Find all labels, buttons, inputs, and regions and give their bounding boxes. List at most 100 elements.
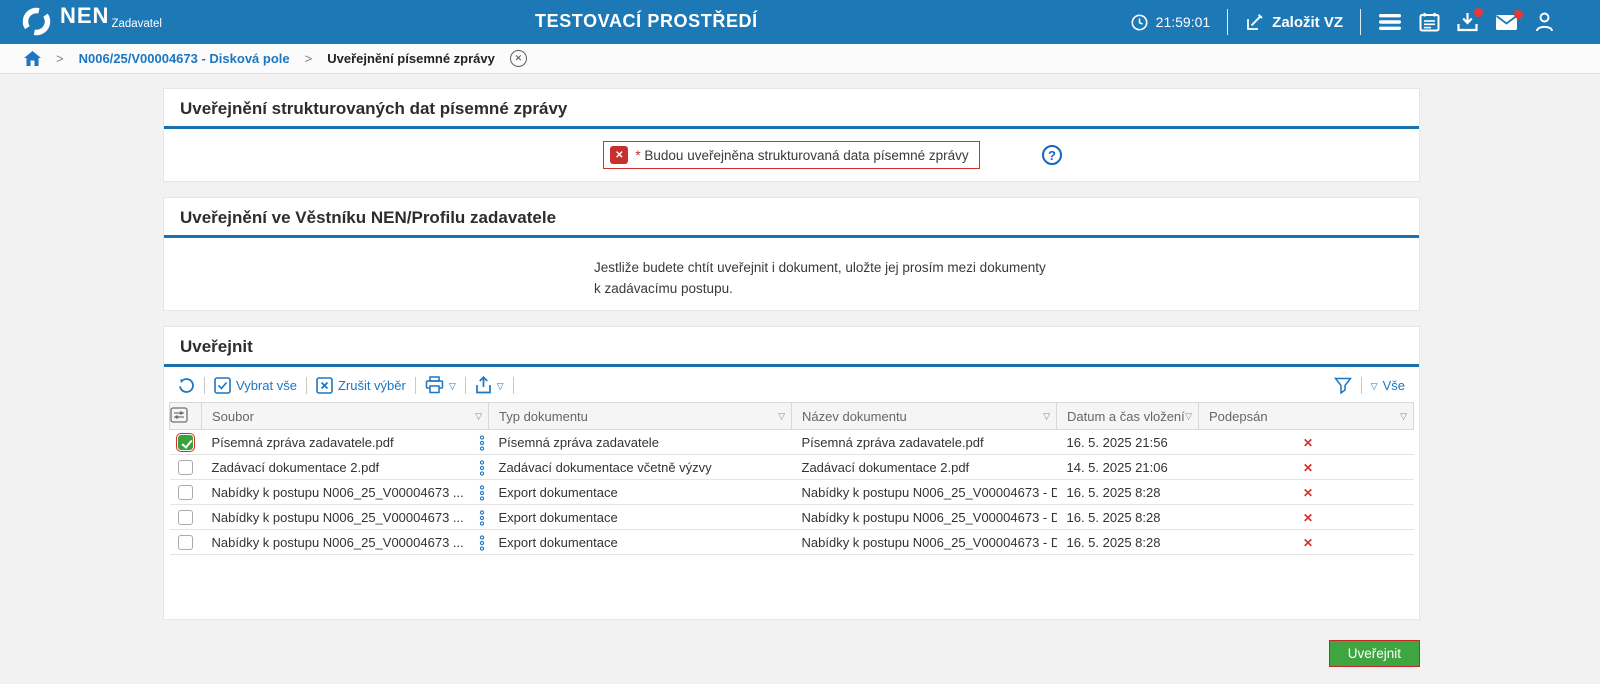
column-filter-icon[interactable]: ▽ — [1400, 411, 1407, 422]
export-button[interactable]: ▽ — [475, 376, 504, 394]
print-button[interactable]: ▽ — [425, 376, 456, 394]
column-header-typ-dokumentu[interactable]: Typ dokumentu ▽ — [488, 402, 792, 430]
calendar-button[interactable] — [1419, 12, 1440, 32]
table-row[interactable]: Písemná zpráva zadavatele.pdf Písemná zp… — [169, 429, 1414, 455]
alert-text: * Budou uveřejněna strukturovaná data pí… — [635, 147, 969, 163]
clock-icon — [1131, 14, 1148, 30]
chevron-right-icon: > — [304, 51, 313, 66]
notification-dot — [1474, 8, 1483, 17]
row-checkbox[interactable] — [178, 485, 193, 501]
row-checkbox[interactable] — [176, 433, 195, 453]
file-name: Nabídky k postupu N006_25_V00004673 ... — [211, 484, 464, 500]
column-header-nazev-dokumentu[interactable]: Název dokumentu ▽ — [791, 402, 1057, 430]
structured-data-section: Uveřejnění strukturovaných dat písemné z… — [163, 88, 1420, 182]
dropdown-icon: ▽ — [448, 380, 456, 391]
file-name: Nabídky k postupu N006_25_V00004673 ... — [211, 534, 464, 550]
filter-button[interactable] — [1333, 377, 1352, 394]
messages-button[interactable] — [1495, 9, 1523, 31]
column-filter-icon[interactable]: ▽ — [1043, 411, 1050, 422]
dropdown-icon: ▽ — [1370, 380, 1378, 391]
column-header-datum[interactable]: Datum a čas vložení ▽ — [1056, 402, 1199, 430]
create-vz-button[interactable]: Založit VZ — [1245, 13, 1343, 32]
file-name: Zadávací dokumentace 2.pdf — [211, 459, 380, 475]
topbar-divider — [1227, 9, 1229, 35]
doc-name: Písemná zpráva zadavatele.pdf — [801, 434, 984, 450]
column-settings-header[interactable] — [169, 402, 202, 430]
topbar-divider — [1360, 9, 1361, 35]
column-settings-icon — [170, 406, 188, 423]
doc-name: Nabídky k postupu N006_25_V00004673 - D.… — [801, 534, 1057, 550]
toolbar-separator — [305, 376, 307, 394]
table-row[interactable]: Nabídky k postupu N006_25_V00004673 ... … — [169, 529, 1414, 555]
page-content: Uveřejnění strukturovaných dat písemné z… — [0, 74, 1600, 667]
doc-type: Export dokumentace — [498, 509, 618, 525]
structured-data-alert[interactable]: ✕ * Budou uveřejněna strukturovaná data … — [603, 141, 980, 169]
toolbar-separator — [464, 376, 466, 394]
doc-name: Nabídky k postupu N006_25_V00004673 - D.… — [801, 509, 1057, 525]
row-menu-icon[interactable] — [479, 460, 485, 476]
toolbar-separator — [1360, 376, 1362, 394]
row-menu-icon[interactable] — [479, 510, 485, 526]
table-row[interactable]: Nabídky k postupu N006_25_V00004673 ... … — [169, 504, 1414, 530]
select-all-button[interactable]: Vybrat vše — [214, 376, 297, 394]
home-button[interactable] — [24, 51, 41, 66]
help-icon[interactable]: ? — [1042, 145, 1062, 165]
column-filter-icon[interactable]: ▽ — [1185, 411, 1192, 422]
environment-title: TESTOVACÍ PROSTŘEDÍ — [535, 11, 758, 31]
edit-icon — [1247, 13, 1263, 30]
breadcrumb-procurement-link[interactable]: N006/25/V00004673 - Disková pole — [79, 51, 290, 66]
error-x-icon: ✕ — [610, 146, 629, 164]
user-icon — [1536, 12, 1553, 32]
publish-section: Uveřejnit Vybrat vše Zrušit výběr ▽ ▽ ▽ … — [163, 326, 1420, 620]
column-header-soubor[interactable]: Soubor ▽ — [201, 402, 489, 430]
footer-actions: Uveřejnit — [163, 640, 1420, 667]
refresh-icon — [179, 377, 194, 393]
insert-date: 14. 5. 2025 21:06 — [1066, 459, 1168, 475]
insert-date: 16. 5. 2025 8:28 — [1066, 484, 1161, 500]
dropdown-icon: ▽ — [496, 380, 504, 391]
row-menu-icon[interactable] — [479, 535, 485, 551]
doc-type: Písemná zpráva zadavatele — [498, 434, 659, 450]
insert-date: 16. 5. 2025 8:28 — [1066, 509, 1161, 525]
create-vz-label: Založit VZ — [1272, 13, 1343, 31]
nen-logo-icon — [22, 7, 51, 36]
select-all-label: Vybrat vše — [236, 377, 297, 393]
not-signed-icon: ✕ — [1302, 460, 1314, 475]
clear-selection-button[interactable]: Zrušit výběr — [316, 376, 406, 394]
refresh-button[interactable] — [178, 377, 195, 394]
doc-type: Export dokumentace — [498, 484, 618, 500]
select-all-icon — [214, 376, 231, 394]
menu-button[interactable] — [1378, 13, 1402, 31]
home-icon — [24, 51, 41, 66]
export-icon — [475, 376, 491, 394]
breadcrumb: > N006/25/V00004673 - Disková pole > Uve… — [0, 44, 1600, 74]
column-filter-icon[interactable]: ▽ — [778, 411, 785, 422]
notification-dot — [1514, 9, 1523, 19]
row-checkbox[interactable] — [178, 535, 193, 551]
downloads-button[interactable] — [1457, 8, 1483, 32]
clear-selection-icon — [316, 376, 333, 394]
documents-table: Soubor ▽ Typ dokumentu ▽ Název dokumentu ▽ … — [169, 402, 1414, 555]
column-filter-icon[interactable]: ▽ — [475, 411, 482, 422]
chevron-right-icon: > — [56, 51, 64, 66]
publish-button[interactable]: Uveřejnit — [1328, 640, 1420, 667]
section-title: Uveřejnění strukturovaných dat písemné z… — [164, 89, 1419, 129]
insert-date: 16. 5. 2025 21:56 — [1066, 434, 1168, 450]
logo-subtitle: Zadavatel — [111, 17, 162, 30]
row-menu-icon[interactable] — [479, 485, 485, 501]
column-header-podepsan[interactable]: Podepsán ▽ — [1198, 402, 1414, 430]
row-checkbox[interactable] — [178, 510, 193, 526]
row-checkbox[interactable] — [178, 460, 193, 476]
scope-label: Vše — [1382, 377, 1405, 393]
user-profile-button[interactable] — [1535, 12, 1554, 32]
close-tab-icon[interactable]: ✕ — [509, 50, 527, 67]
table-empty-space — [164, 555, 1419, 619]
nen-logo[interactable]: NEN Zadavatel — [20, 5, 162, 38]
table-row[interactable]: Nabídky k postupu N006_25_V00004673 ... … — [169, 479, 1414, 505]
toolbar-separator — [512, 376, 514, 394]
row-menu-icon[interactable] — [479, 435, 485, 451]
doc-name: Zadávací dokumentace 2.pdf — [801, 459, 970, 475]
table-row[interactable]: Zadávací dokumentace 2.pdf Zadávací doku… — [169, 454, 1414, 480]
scope-dropdown[interactable]: ▽ Vše — [1371, 378, 1405, 393]
not-signed-icon: ✕ — [1302, 535, 1314, 550]
